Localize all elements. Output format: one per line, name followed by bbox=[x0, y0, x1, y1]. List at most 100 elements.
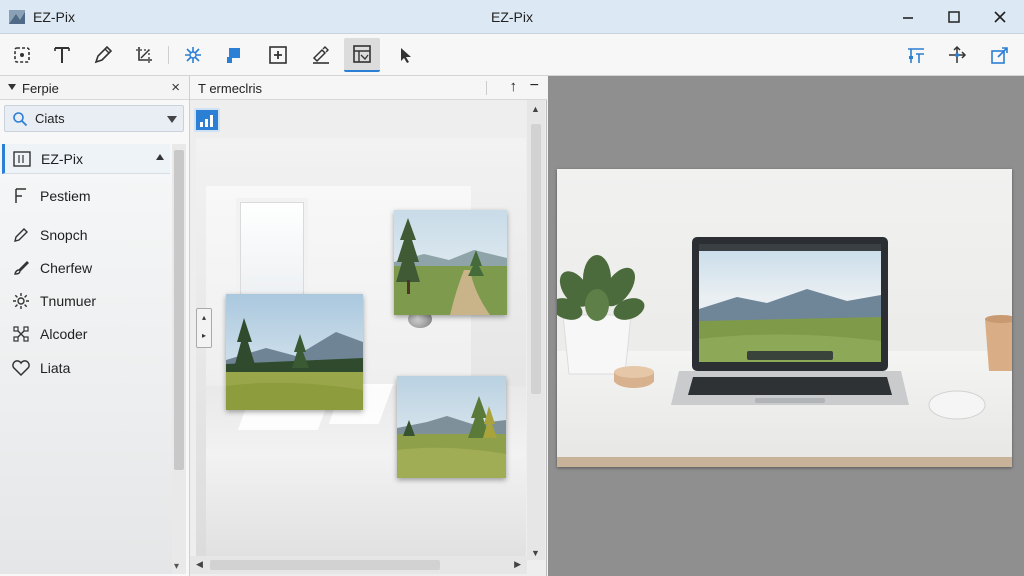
add-layer-tool[interactable] bbox=[260, 38, 296, 72]
collage-canvas[interactable]: ▴ ▸ bbox=[196, 138, 526, 556]
collapse-caret-icon[interactable] bbox=[8, 84, 16, 90]
scroll-thumb[interactable] bbox=[174, 150, 184, 470]
minimize-icon bbox=[903, 17, 913, 19]
tree-item-alcoder[interactable]: Alcoder bbox=[4, 319, 168, 349]
landscape-photo-icon bbox=[226, 294, 363, 410]
stats-button[interactable] bbox=[194, 108, 220, 132]
pointer-tool[interactable] bbox=[388, 38, 424, 72]
maximize-icon bbox=[948, 11, 960, 23]
heart-icon bbox=[10, 357, 32, 379]
pencil-icon bbox=[94, 45, 113, 64]
pencil-icon bbox=[10, 224, 32, 246]
adjust-icon bbox=[908, 48, 924, 63]
preview-image[interactable] bbox=[557, 169, 1012, 467]
adjust-tool[interactable] bbox=[898, 38, 934, 72]
chevron-right-icon: ▸ bbox=[201, 331, 206, 340]
scroll-left-icon[interactable]: ◀ bbox=[196, 559, 203, 570]
close-button[interactable] bbox=[987, 5, 1013, 29]
landscape-photo-icon bbox=[397, 376, 506, 478]
scroll-right-icon[interactable]: ▶ bbox=[514, 559, 521, 570]
scroll-thumb[interactable] bbox=[531, 124, 541, 394]
photo-pine-field[interactable] bbox=[397, 376, 506, 478]
frame-icon bbox=[10, 185, 32, 207]
tree-item-label: Pestiem bbox=[40, 188, 91, 204]
photo-forest-trail[interactable] bbox=[394, 210, 507, 315]
brush-icon bbox=[10, 257, 32, 279]
landscape-photo-icon bbox=[394, 210, 507, 315]
tree-header-ezpix[interactable]: EZ-Pix bbox=[2, 144, 170, 174]
left-panel-title: Ferpie bbox=[22, 81, 59, 96]
tree-item-cherfew[interactable]: Cherfew bbox=[4, 253, 168, 283]
minimize-button[interactable] bbox=[895, 5, 921, 29]
sparkle-effects-icon bbox=[185, 47, 201, 63]
scroll-up-icon[interactable]: ▲ bbox=[531, 104, 540, 114]
close-icon bbox=[994, 11, 1006, 23]
layout-panel-title: T ermeclris bbox=[198, 81, 263, 96]
title-bar: EZ-Pix EZ-Pix bbox=[0, 0, 1024, 34]
preview-panel bbox=[548, 76, 1024, 576]
chevron-down-icon[interactable]: ▾ bbox=[174, 561, 179, 572]
minimize-panel-button[interactable]: − bbox=[530, 77, 539, 95]
tree-item-label: Alcoder bbox=[40, 326, 88, 342]
chevron-up-icon: ▴ bbox=[201, 313, 206, 322]
search-icon bbox=[13, 112, 28, 127]
maximize-button[interactable] bbox=[941, 5, 967, 29]
toolbar-separator bbox=[168, 46, 169, 64]
left-panel: Ferpie × EZ-Pix Pestiem Snopch bbox=[0, 76, 190, 576]
layout-vertical-scrollbar[interactable]: ▲ ▼ bbox=[527, 100, 545, 560]
bar-chart-icon bbox=[200, 115, 213, 127]
marker-tool[interactable] bbox=[217, 38, 253, 72]
export-icon bbox=[991, 47, 1008, 64]
app-logo-icon bbox=[9, 10, 25, 24]
layout-panel: T ermeclris ↑ − ▴ ▸ ▲ ▼ ◀ ▶ bbox=[190, 76, 547, 576]
tool-tree: EZ-Pix Pestiem Snopch Cherfew Tnumuer Al… bbox=[0, 144, 172, 574]
effects-tool[interactable] bbox=[175, 38, 211, 72]
layout-panel-header: T ermeclris ↑ − bbox=[190, 76, 547, 100]
move-icon bbox=[949, 45, 967, 63]
add-layer-icon bbox=[269, 46, 287, 64]
laptop-photo-icon bbox=[557, 169, 1012, 467]
transform-icon bbox=[136, 47, 152, 63]
scroll-down-icon[interactable]: ▼ bbox=[531, 548, 540, 558]
export-tool[interactable] bbox=[982, 38, 1018, 72]
search-input[interactable] bbox=[35, 109, 155, 128]
move-tool[interactable] bbox=[939, 38, 975, 72]
pointer-icon bbox=[401, 48, 411, 63]
search-box[interactable] bbox=[4, 105, 184, 132]
left-panel-close-button[interactable]: × bbox=[171, 79, 180, 96]
layout-icon bbox=[353, 45, 371, 63]
flag-marker-icon bbox=[227, 48, 240, 63]
pencil-tool[interactable] bbox=[85, 38, 121, 72]
main-toolbar bbox=[0, 34, 1024, 76]
transform-tool[interactable] bbox=[126, 38, 162, 72]
crop-select-tool[interactable] bbox=[4, 38, 40, 72]
search-dropdown-icon[interactable] bbox=[167, 116, 177, 123]
signature-icon bbox=[312, 46, 329, 64]
nodes-icon bbox=[10, 323, 32, 345]
tree-item-liata[interactable]: Liata bbox=[4, 353, 168, 383]
layout-tool[interactable] bbox=[344, 38, 380, 72]
app-name: EZ-Pix bbox=[33, 9, 75, 25]
tree-item-pestiem[interactable]: Pestiem bbox=[4, 181, 168, 211]
tree-item-snopch[interactable]: Snopch bbox=[4, 220, 168, 250]
panel-icon bbox=[11, 148, 33, 170]
left-panel-scrollbar[interactable]: ▾ bbox=[172, 144, 186, 574]
signature-tool[interactable] bbox=[303, 38, 339, 72]
chevron-up-icon[interactable] bbox=[156, 154, 164, 160]
left-panel-header: Ferpie × bbox=[0, 76, 189, 100]
window-title: EZ-Pix bbox=[491, 9, 533, 25]
move-up-button[interactable]: ↑ bbox=[510, 78, 518, 95]
tree-item-tnumuer[interactable]: Tnumuer bbox=[4, 286, 168, 316]
layout-horizontal-scrollbar[interactable]: ◀ ▶ bbox=[190, 556, 527, 574]
crop-select-icon bbox=[14, 47, 30, 63]
text-tool[interactable] bbox=[44, 38, 80, 72]
tree-item-label: Tnumuer bbox=[40, 293, 97, 309]
photo-meadow-mountains[interactable] bbox=[226, 294, 363, 410]
gear-icon bbox=[10, 290, 32, 312]
tree-item-label: Snopch bbox=[40, 227, 88, 243]
header-divider bbox=[486, 81, 487, 95]
scroll-thumb[interactable] bbox=[210, 560, 440, 570]
tree-item-label: Liata bbox=[40, 360, 71, 376]
text-icon bbox=[54, 47, 70, 63]
panel-resize-handle[interactable]: ▴ ▸ bbox=[196, 308, 212, 348]
